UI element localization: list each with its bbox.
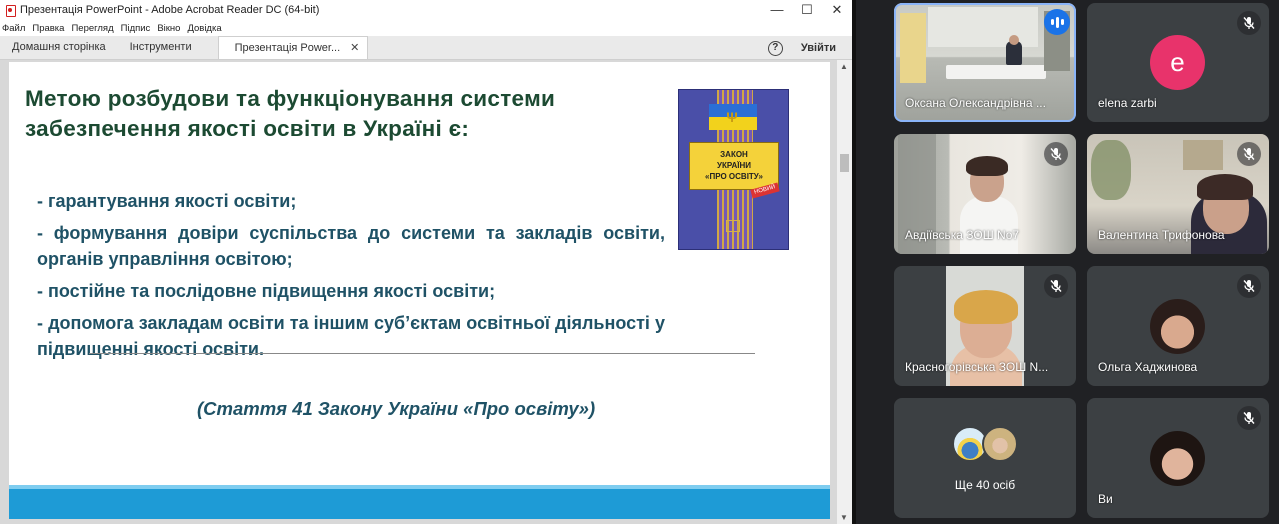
scroll-up-icon[interactable]: ▲ <box>840 62 848 71</box>
scroll-thumb[interactable] <box>840 154 849 172</box>
help-icon[interactable]: ? <box>767 40 783 56</box>
slide-footer-band <box>9 485 830 519</box>
tab-tools[interactable]: Інструменти <box>118 36 204 59</box>
mic-off-icon <box>1237 274 1261 298</box>
participant-name: Ольга Хаджинова <box>1098 360 1198 374</box>
participant-name: Валентина Трифонова <box>1098 228 1225 242</box>
slide-title-line-2: забезпечення якості освіти в Україні є: <box>25 116 470 141</box>
menu-file[interactable]: Файл <box>2 23 25 34</box>
screen: { "acrobat": { "window_title": "Презента… <box>0 0 1279 524</box>
slide-title-line-1: Метою розбудови та функціонування систем… <box>25 86 556 111</box>
menu-window[interactable]: Вікно <box>157 23 180 34</box>
participant-tile-krasnohorivka[interactable]: Красногорівська ЗОШ N... <box>894 266 1076 386</box>
participant-tile-avdiivka[interactable]: Авдіївська ЗОШ No7 <box>894 134 1076 254</box>
menu-sign[interactable]: Підпис <box>121 23 151 34</box>
participant-tile-oksana[interactable]: Оксана Олександрівна ... <box>894 3 1076 122</box>
bullet-item: - формування довіри суспільства до систе… <box>37 223 665 269</box>
participant-tile-elena[interactable]: e elena zarbi <box>1087 3 1269 122</box>
maximize-icon[interactable]: ☐ <box>792 0 822 20</box>
menu-bar: Файл Правка Перегляд Підпис Вікно Довідк… <box>0 20 852 36</box>
panel-separator <box>852 0 856 524</box>
mic-off-icon <box>1044 274 1068 298</box>
participant-tile-valentyna[interactable]: Валентина Трифонова <box>1087 134 1269 254</box>
avatar: e <box>1150 35 1205 90</box>
slide-citation: (Стаття 41 Закону України «Про освіту») <box>197 398 596 419</box>
book-line-3: «ПРО ОСВІТУ» <box>705 172 763 181</box>
document-area: Метою розбудови та функціонування систем… <box>0 60 852 524</box>
book-emblem-icon <box>726 220 740 232</box>
avatar <box>982 426 1018 462</box>
trident-icon: Ψ <box>726 109 738 125</box>
self-tile[interactable]: Ви <box>1087 398 1269 518</box>
bullet-item: - допомога закладам освіти та іншим суб’… <box>37 313 665 359</box>
sign-in-button[interactable]: Увійти <box>801 42 836 54</box>
law-book-image: Ψ ЗАКОН УКРАЇНИ «ПРО ОСВІТУ» НОВИЙ <box>678 89 789 250</box>
book-title-plate: ЗАКОН УКРАЇНИ «ПРО ОСВІТУ» <box>689 142 779 190</box>
speaking-indicator-icon <box>1044 9 1070 35</box>
book-line-2: УКРАЇНИ <box>716 161 751 170</box>
more-participants-label: Ще 40 осіб <box>954 478 1016 492</box>
mic-off-icon <box>1237 406 1261 430</box>
close-icon[interactable]: ✕ <box>822 0 852 20</box>
participant-tile-olha[interactable]: Ольга Хаджинова <box>1087 266 1269 386</box>
minimize-icon[interactable]: — <box>762 0 792 20</box>
mic-off-icon <box>1237 142 1261 166</box>
tab-document-label: Презентація Power... <box>234 41 341 54</box>
avatar <box>1150 431 1205 486</box>
participant-name: Красногорівська ЗОШ N... <box>905 360 1049 374</box>
title-bar: Презентація PowerPoint - Adobe Acrobat R… <box>0 0 852 20</box>
window-controls: — ☐ ✕ <box>762 0 852 20</box>
mic-off-icon <box>1044 142 1068 166</box>
menu-edit[interactable]: Правка <box>32 23 64 34</box>
tab-bar: Домашня сторінка Інструменти Презентація… <box>0 36 852 60</box>
participant-name: Авдіївська ЗОШ No7 <box>905 228 1020 242</box>
slide-bullet-list: - гарантування якості освіти; - формуван… <box>25 188 665 362</box>
slide-page: Метою розбудови та функціонування систем… <box>9 62 830 519</box>
vertical-scrollbar[interactable]: ▲ ▼ <box>837 60 852 524</box>
avatar <box>1150 299 1205 354</box>
mic-off-icon <box>1237 11 1261 35</box>
tab-home[interactable]: Домашня сторінка <box>0 36 118 59</box>
scroll-down-icon[interactable]: ▼ <box>840 513 848 522</box>
divider-line <box>89 353 755 354</box>
tab-document[interactable]: Презентація Power... ✕ <box>217 36 369 60</box>
menu-help[interactable]: Довідка <box>187 23 221 34</box>
more-participants-tile[interactable]: Ще 40 осіб <box>894 398 1076 518</box>
bullet-item: - постійне та послідовне підвищення якос… <box>37 281 496 301</box>
acrobat-pdf-icon <box>5 4 16 17</box>
menu-view[interactable]: Перегляд <box>71 23 113 34</box>
window-title: Презентація PowerPoint - Adobe Acrobat R… <box>20 4 320 16</box>
book-line-1: ЗАКОН <box>720 150 748 159</box>
acrobat-window: Презентація PowerPoint - Adobe Acrobat R… <box>0 0 852 524</box>
participant-name: Ви <box>1098 492 1113 506</box>
participant-name: Оксана Олександрівна ... <box>905 96 1046 110</box>
bullet-item: - гарантування якості освіти; <box>37 191 297 211</box>
slide-title: Метою розбудови та функціонування систем… <box>25 84 665 144</box>
tab-close-icon[interactable]: ✕ <box>350 37 359 60</box>
participant-name: elena zarbi <box>1098 96 1157 110</box>
